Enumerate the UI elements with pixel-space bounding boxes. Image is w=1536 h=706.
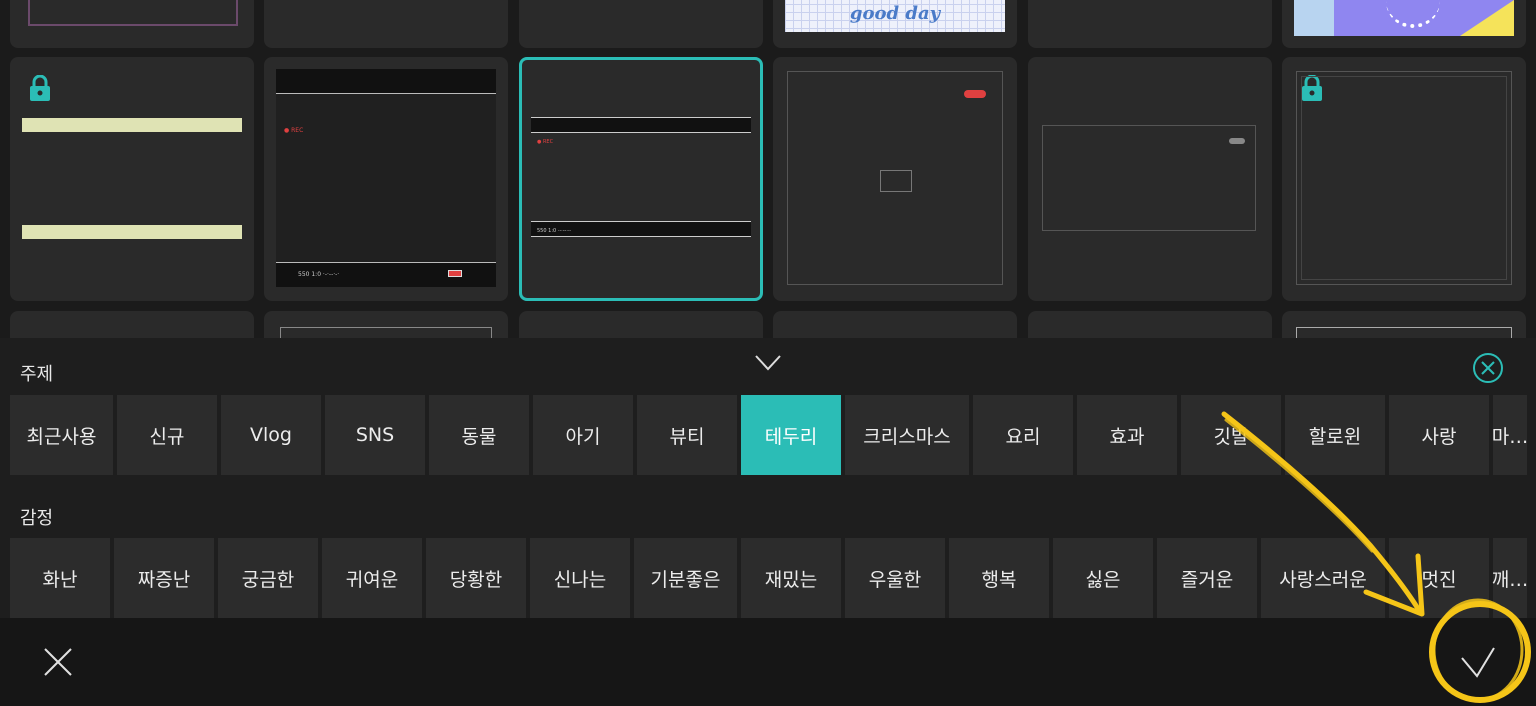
viewfinder-preview — [787, 71, 1003, 285]
party-preview — [1294, 0, 1514, 36]
emotion-chip-cool[interactable]: 멋진 — [1389, 538, 1489, 618]
emotion-chip-angry[interactable]: 화난 — [10, 538, 110, 618]
emotion-chip-annoyed[interactable]: 짜증난 — [114, 538, 214, 618]
theme-chip-new[interactable]: 신규 — [117, 395, 217, 475]
template-tile[interactable] — [264, 0, 508, 48]
template-tile[interactable] — [10, 0, 254, 48]
emotions-chip-row: 화난 짜증난 궁금한 귀여운 당황한 신나는 기분좋은 재밌는 우울한 행복 싫… — [10, 538, 1528, 618]
themes-chip-row: 최근사용 신규 Vlog SNS 동물 아기 뷰티 테두리 크리스마스 요리 효… — [10, 395, 1528, 475]
close-circle-icon[interactable] — [1472, 352, 1504, 384]
theme-chip-recent[interactable]: 최근사용 — [10, 395, 113, 475]
emotion-chip-cute[interactable]: 귀여운 — [322, 538, 422, 618]
chevron-down-icon[interactable] — [754, 354, 782, 372]
emotion-chip-more[interactable]: 깨… — [1492, 538, 1528, 618]
good-day-text: good day — [849, 2, 941, 24]
emotion-chip-lovely[interactable]: 사랑스러운 — [1261, 538, 1385, 618]
rec-label: ● REC — [537, 139, 554, 145]
themes-section-label: 주제 — [20, 364, 54, 385]
emotion-chip-excited[interactable]: 신나는 — [530, 538, 630, 618]
theme-chip-christmas[interactable]: 크리스마스 — [845, 395, 969, 475]
theme-chip-beauty[interactable]: 뷰티 — [637, 395, 737, 475]
leaf-band-top — [22, 118, 242, 132]
emotion-chip-dislike[interactable]: 싫은 — [1053, 538, 1153, 618]
emotions-section-label: 감정 — [20, 508, 54, 529]
template-tile[interactable]: ● REC 550 1:0 ·-·--·-· — [264, 57, 508, 301]
emotion-chip-flustered[interactable]: 당황한 — [426, 538, 526, 618]
theme-chip-border[interactable]: 테두리 — [741, 395, 841, 475]
viewfinder-preview — [1042, 125, 1256, 231]
template-tile[interactable] — [1028, 57, 1272, 301]
emotion-chip-fun[interactable]: 재밌는 — [741, 538, 841, 618]
emotion-chip-joyful[interactable]: 즐거운 — [1157, 538, 1257, 618]
emotion-chip-good-mood[interactable]: 기분좋은 — [634, 538, 737, 618]
template-tile[interactable] — [519, 0, 763, 48]
theme-chip-cooking[interactable]: 요리 — [973, 395, 1073, 475]
theme-chip-flag[interactable]: 깃발 — [1181, 395, 1281, 475]
template-tile[interactable] — [1028, 0, 1272, 48]
checkmark-icon[interactable] — [1460, 646, 1496, 678]
close-icon[interactable] — [42, 646, 74, 678]
theme-chip-halloween[interactable]: 할로윈 — [1285, 395, 1385, 475]
camera-status-text: 550 1:0 ·-·--·-· — [298, 271, 340, 278]
template-tile[interactable] — [1282, 57, 1526, 301]
leaf-band-bottom — [22, 225, 242, 239]
theme-chip-sns[interactable]: SNS — [325, 395, 425, 475]
action-bar — [0, 618, 1536, 706]
lock-icon — [30, 75, 50, 101]
frame-preview — [28, 0, 238, 26]
emotion-chip-depressed[interactable]: 우울한 — [845, 538, 945, 618]
theme-chip-effect[interactable]: 효과 — [1077, 395, 1177, 475]
camera-frame-preview: ● REC 550 1:0 ·-·--·-· — [531, 117, 751, 237]
theme-chip-more[interactable]: 마… — [1492, 395, 1528, 475]
emotion-chip-curious[interactable]: 궁금한 — [218, 538, 318, 618]
template-tile[interactable] — [1282, 0, 1526, 48]
template-tile[interactable]: good day — [773, 0, 1017, 48]
template-tile[interactable] — [10, 57, 254, 301]
rec-label: ● REC — [284, 127, 304, 134]
theme-chip-vlog[interactable]: Vlog — [221, 395, 321, 475]
theme-chip-animal[interactable]: 동물 — [429, 395, 529, 475]
camera-status-text: 550 1:0 ·-·--·-· — [537, 228, 572, 234]
camera-frame-preview: ● REC 550 1:0 ·-·--·-· — [276, 69, 496, 287]
theme-chip-love[interactable]: 사랑 — [1389, 395, 1489, 475]
template-tile-selected[interactable]: ● REC 550 1:0 ·-·--·-· — [519, 57, 763, 301]
theme-chip-baby[interactable]: 아기 — [533, 395, 633, 475]
frame-preview — [1296, 71, 1512, 285]
grid-paper-preview: good day — [785, 0, 1005, 32]
template-tile[interactable] — [773, 57, 1017, 301]
emotion-chip-happy[interactable]: 행복 — [949, 538, 1049, 618]
